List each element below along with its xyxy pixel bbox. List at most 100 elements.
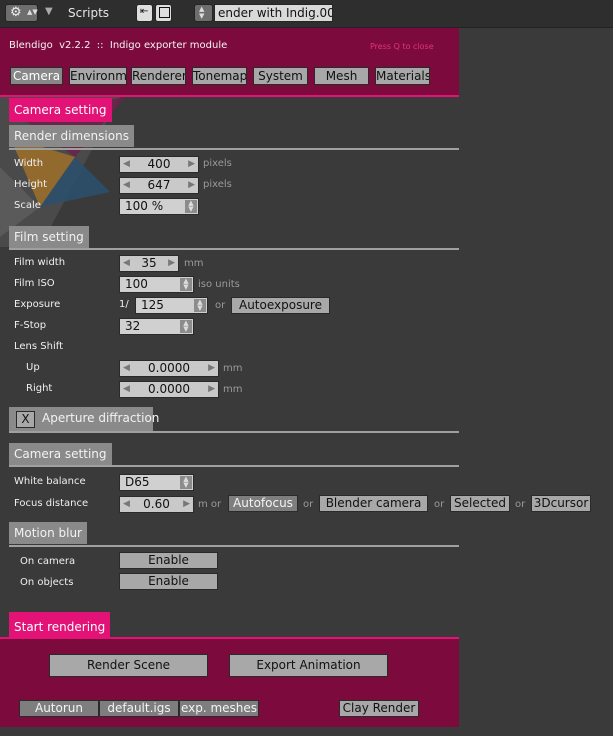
export-animation-button[interactable]: Export Animation (229, 654, 388, 677)
motion-blur-title: Motion blur (9, 522, 87, 544)
width-unit: pixels (203, 158, 232, 169)
fstop-label: F-Stop (14, 320, 47, 331)
exposure-select[interactable]: 125 ▲ ▼ (135, 297, 208, 314)
exposure-prefix: 1/ (119, 299, 129, 310)
section-divider (9, 545, 459, 547)
height-field[interactable]: ◀ 647 ▶ (119, 177, 199, 194)
camera-setting-title: Camera setting (9, 98, 112, 122)
decrement-icon[interactable]: ◀ (123, 178, 130, 193)
aperture-diffraction-checkbox[interactable]: X (16, 411, 35, 428)
updown-arrows-icon: ▲ ▼ (180, 320, 192, 333)
fstop-value: 32 (125, 319, 141, 333)
exposure-label: Exposure (14, 299, 61, 310)
white-balance-value: D65 (125, 475, 150, 489)
updown-arrows-icon: ▲ ▼ (194, 299, 206, 312)
height-unit: pixels (203, 179, 232, 190)
film-width-field[interactable]: ◀ 35 ▶ (119, 255, 179, 272)
on-objects-enable-button[interactable]: Enable (119, 573, 218, 590)
decrement-icon[interactable]: ◀ (123, 256, 130, 271)
render-dimensions-title: Render dimensions (9, 125, 134, 147)
on-camera-label: On camera (20, 556, 76, 567)
section-divider (9, 248, 459, 250)
render-scene-button[interactable]: Render Scene (49, 654, 208, 677)
clay-render-toggle[interactable]: Clay Render (339, 700, 419, 717)
tab-tonemap[interactable]: Tonemap (192, 67, 247, 85)
app-title: Blendigo v2.2.2 :: Indigo exporter modul… (9, 40, 228, 51)
close-hint: Press Q to close (370, 42, 434, 51)
focus-distance-value: 0.60 (143, 497, 170, 511)
script-browse-button[interactable]: ▲ ▼ (194, 4, 213, 22)
scale-select[interactable]: 100 % ▲ ▼ (119, 198, 199, 215)
blender-camera-button[interactable]: Blender camera (319, 495, 428, 512)
autorun-toggle[interactable]: Autorun (19, 700, 99, 717)
on-camera-enable-button[interactable]: Enable (119, 552, 218, 569)
on-objects-label: On objects (20, 577, 74, 588)
tab-system[interactable]: System (253, 67, 308, 85)
tab-renderer[interactable]: Renderer (131, 67, 186, 85)
gear-icon: ⚙ (10, 5, 22, 20)
scale-label: Scale (14, 200, 41, 211)
focus-distance-unit: m or (198, 499, 222, 510)
aperture-diffraction-label: Aperture diffraction (42, 411, 160, 425)
updown-arrows-icon: ▲ ▼ (199, 5, 205, 20)
increment-icon[interactable]: ▶ (208, 361, 215, 376)
decrement-icon[interactable]: ◀ (123, 157, 130, 172)
exposure-value: 125 (141, 298, 164, 312)
white-balance-select[interactable]: D65 ▲ ▼ (119, 474, 194, 491)
film-iso-value: 100 (125, 277, 148, 291)
selected-button[interactable]: Selected (450, 495, 510, 512)
lens-shift-up-field[interactable]: ◀ 0.0000 ▶ (119, 360, 219, 377)
film-iso-unit: iso units (198, 279, 240, 290)
window-header: ⚙ ▲▼ ▼ Scripts ⇤ ▲ ▼ ender with Indig.001 (0, 0, 613, 28)
fstop-select[interactable]: 32 ▲ ▼ (119, 318, 194, 335)
increment-icon[interactable]: ▶ (188, 157, 195, 172)
film-iso-select[interactable]: 100 ▲ ▼ (119, 276, 194, 293)
decrement-icon[interactable]: ◀ (123, 361, 130, 376)
lens-shift-up-unit: mm (223, 363, 243, 374)
chevron-down-icon: ▲▼ (27, 8, 38, 16)
script-name-field[interactable]: ender with Indig.001 (214, 4, 333, 22)
section-divider (9, 431, 459, 433)
lens-shift-up-label: Up (26, 362, 40, 373)
3dcursor-button[interactable]: 3Dcursor (531, 495, 591, 512)
film-width-label: Film width (14, 257, 66, 268)
lens-shift-label: Lens Shift (14, 341, 64, 352)
increment-icon[interactable]: ▶ (208, 382, 215, 397)
updown-arrows-icon: ▲ ▼ (180, 476, 192, 489)
height-value: 647 (147, 178, 171, 192)
increment-icon[interactable]: ▶ (183, 497, 190, 512)
arrow-left-icon: ⇤ (140, 6, 149, 17)
increment-icon[interactable]: ▶ (168, 256, 175, 271)
decrement-icon[interactable]: ◀ (123, 497, 130, 512)
exporter-header-panel (0, 28, 459, 96)
lens-shift-right-label: Right (26, 383, 53, 394)
width-field[interactable]: ◀ 400 ▶ (119, 156, 199, 173)
collapse-menu-icon[interactable]: ▼ (45, 6, 53, 17)
width-value: 400 (147, 157, 171, 171)
decrement-icon[interactable]: ◀ (123, 382, 130, 397)
tab-camera[interactable]: Camera (10, 67, 63, 85)
tab-mesh[interactable]: Mesh (314, 67, 369, 85)
autoexposure-button[interactable]: Autoexposure (231, 297, 330, 314)
film-width-value: 35 (141, 256, 157, 270)
tab-environment[interactable]: Environm (69, 67, 127, 85)
fullscreen-button[interactable] (155, 4, 172, 22)
start-rendering-title: Start rendering (9, 612, 111, 638)
scripts-menu[interactable]: Scripts (68, 6, 109, 20)
film-setting-title: Film setting (9, 226, 89, 248)
autofocus-button[interactable]: Autofocus (228, 495, 298, 512)
editor-type-menu[interactable]: ⚙ ▲▼ (5, 4, 38, 22)
export-meshes-toggle[interactable]: exp. meshes (179, 700, 259, 717)
lens-shift-up-value: 0.0000 (148, 361, 190, 375)
scale-value: 100 % (125, 199, 164, 213)
default-igs-toggle[interactable]: default.igs (99, 700, 179, 717)
window-icon (159, 7, 170, 18)
increment-icon[interactable]: ▶ (188, 178, 195, 193)
lens-shift-right-field[interactable]: ◀ 0.0000 ▶ (119, 381, 219, 398)
height-label: Height (14, 179, 48, 190)
section-divider (9, 465, 459, 467)
tab-materials[interactable]: Materials (375, 67, 430, 85)
focus-distance-field[interactable]: ◀ 0.60 ▶ (119, 496, 194, 513)
or-separator: or (434, 499, 445, 510)
script-back-button[interactable]: ⇤ (136, 4, 153, 22)
